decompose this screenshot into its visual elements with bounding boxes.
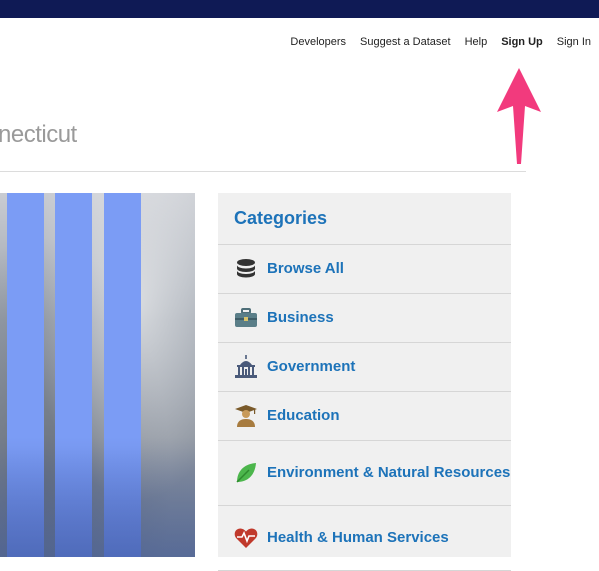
annotation-arrow-icon	[497, 68, 541, 164]
title-divider	[0, 171, 526, 172]
database-icon	[234, 257, 258, 281]
nav-developers-link[interactable]: Developers	[290, 36, 346, 48]
categories-panel: Categories Browse All Business Governmen…	[218, 193, 511, 571]
graduate-icon	[234, 404, 258, 428]
nav-sign-up-link[interactable]: Sign Up	[501, 36, 543, 48]
category-government[interactable]: Government	[218, 343, 511, 392]
category-environment[interactable]: Environment & Natural Resources	[218, 441, 511, 506]
categories-heading-text: Categories	[234, 208, 328, 228]
category-label: Government	[267, 358, 356, 375]
heart-pulse-icon	[234, 526, 258, 550]
category-business[interactable]: Business	[218, 294, 511, 343]
top-banner	[0, 0, 599, 18]
briefcase-icon	[234, 306, 258, 330]
hero-image	[0, 193, 195, 557]
nav-sign-in-link[interactable]: Sign In	[557, 36, 591, 48]
top-nav: Developers Suggest a Dataset Help Sign U…	[290, 36, 591, 48]
capitol-building-icon	[234, 355, 258, 379]
category-label: Environment & Natural Resources	[267, 464, 511, 481]
category-label: Health & Human Services	[267, 529, 449, 546]
nav-suggest-dataset-link[interactable]: Suggest a Dataset	[360, 36, 451, 48]
category-label: Business	[267, 309, 334, 326]
nav-help-link[interactable]: Help	[465, 36, 488, 48]
category-health[interactable]: Health & Human Services	[218, 506, 511, 571]
category-browse-all[interactable]: Browse All	[218, 245, 511, 294]
hero-shade	[0, 437, 195, 557]
category-label: Browse All	[267, 260, 344, 277]
page-title: necticut	[0, 121, 77, 148]
category-label: Education	[267, 407, 340, 424]
category-education[interactable]: Education	[218, 392, 511, 441]
categories-heading: Categories	[218, 193, 511, 245]
leaf-icon	[234, 461, 258, 485]
